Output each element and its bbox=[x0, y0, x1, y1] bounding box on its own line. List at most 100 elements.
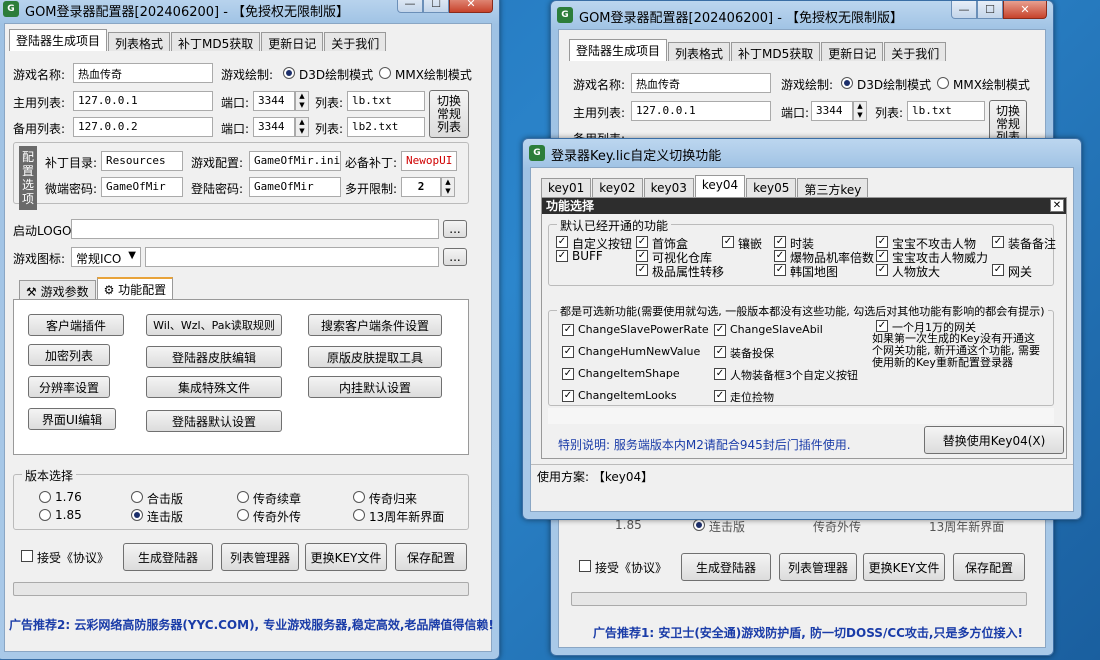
client-search-button[interactable]: 搜索客户端条件设置 bbox=[308, 314, 442, 336]
version-13th-radio[interactable] bbox=[353, 509, 365, 521]
default-jewel-box-checkbox[interactable]: ✓ bbox=[636, 236, 648, 248]
tab-changelog[interactable]: 更新日记 bbox=[261, 32, 324, 51]
switch-list-button[interactable]: 切换常规列表 bbox=[429, 90, 469, 138]
plugin-default-button[interactable]: 内挂默认设置 bbox=[308, 376, 442, 398]
micro-pwd-input[interactable]: GameOfMir bbox=[101, 177, 183, 197]
game-name-input[interactable]: 热血传奇 bbox=[73, 63, 213, 83]
opt-slave-power-checkbox[interactable]: ✓ bbox=[562, 324, 574, 336]
game-name-input-2[interactable]: 热血传奇 bbox=[631, 73, 771, 93]
version-chain-radio-2[interactable] bbox=[693, 519, 705, 531]
maximize-button-2[interactable]: ☐ bbox=[977, 1, 1003, 19]
accept-checkbox[interactable] bbox=[21, 550, 33, 562]
read-rule-button[interactable]: Wil、Wzl、Pak读取规则 bbox=[146, 314, 282, 336]
icon-path-input[interactable] bbox=[145, 247, 439, 267]
opt-slave-abil-checkbox[interactable]: ✓ bbox=[714, 324, 726, 336]
change-key-button[interactable]: 更换KEY文件 bbox=[305, 543, 387, 571]
must-patch-input[interactable]: NewopUI bbox=[401, 151, 457, 171]
opt-item-shape-checkbox[interactable]: ✓ bbox=[562, 368, 574, 380]
default-char-zoom-checkbox[interactable]: ✓ bbox=[876, 264, 888, 276]
default-buff-checkbox[interactable]: ✓ bbox=[556, 250, 568, 262]
opt-auto-pickup-checkbox[interactable]: ✓ bbox=[714, 390, 726, 402]
list-manager-button-2[interactable]: 列表管理器 bbox=[779, 553, 857, 581]
dialog-title-bar[interactable]: G 登录器Key.lic自定义切换功能 bbox=[523, 139, 1081, 167]
multi-limit-spinner[interactable]: ▲ ▼ bbox=[441, 177, 455, 197]
title-bar-2[interactable]: G GOM登录器配置器[202406200] - 【免授权无限制版】 — ☐ ✕ bbox=[551, 1, 1053, 29]
main-port-spinner-2[interactable]: ▲ ▼ bbox=[853, 101, 867, 121]
game-config-input[interactable]: GameOfMir.ini bbox=[249, 151, 341, 171]
subtab-function-config[interactable]: ⚙ 功能配置 bbox=[96, 277, 174, 299]
backup-list-file-input[interactable]: lb2.txt bbox=[347, 117, 425, 137]
ad-banner[interactable]: 广告推荐2: 云彩网络高防服务器(YYC.COM), 专业游戏服务器,稳定高效,… bbox=[9, 616, 494, 633]
backup-port-spinner[interactable]: ▲ ▼ bbox=[295, 117, 309, 137]
change-key-button-2[interactable]: 更换KEY文件 bbox=[863, 553, 945, 581]
opt-item-looks-checkbox[interactable]: ✓ bbox=[562, 390, 574, 402]
ad-banner-2[interactable]: 广告推荐1: 安卫士(安全通)游戏防护盾, 防一切DOSS/CC攻击,只是多方位… bbox=[593, 624, 1023, 641]
replace-key-button[interactable]: 替换使用Key04(X) bbox=[924, 426, 1064, 454]
version-side-radio[interactable] bbox=[237, 509, 249, 521]
main-list-file-input-2[interactable]: lb.txt bbox=[907, 101, 985, 121]
tab-list-format[interactable]: 列表格式 bbox=[108, 32, 171, 51]
default-equip-note-checkbox[interactable]: ✓ bbox=[992, 236, 1004, 248]
backup-ip-input[interactable]: 127.0.0.2 bbox=[73, 117, 213, 137]
resolution-button[interactable]: 分辨率设置 bbox=[28, 376, 110, 398]
skin-edit-button[interactable]: 登陆器皮肤编辑 bbox=[146, 346, 282, 368]
generate-button-2[interactable]: 生成登陆器 bbox=[681, 553, 771, 581]
default-inlay-checkbox[interactable]: ✓ bbox=[722, 236, 734, 248]
opt-hum-value-checkbox[interactable]: ✓ bbox=[562, 346, 574, 358]
encrypt-list-button[interactable]: 加密列表 bbox=[28, 344, 110, 366]
logo-path-input[interactable] bbox=[71, 219, 439, 239]
patch-dir-input[interactable]: Resources bbox=[101, 151, 183, 171]
backup-port-input[interactable]: 3344 bbox=[253, 117, 295, 137]
tab-key01[interactable]: key01 bbox=[541, 178, 592, 197]
login-pwd-input[interactable]: GameOfMir bbox=[249, 177, 341, 197]
main-port-input[interactable]: 3344 bbox=[253, 91, 295, 111]
skin-extract-button[interactable]: 原版皮肤提取工具 bbox=[308, 346, 442, 368]
tab-patch-md5-2[interactable]: 补丁MD5获取 bbox=[731, 42, 821, 61]
default-fashion-checkbox[interactable]: ✓ bbox=[774, 236, 786, 248]
tab-third-party-key[interactable]: 第三方key bbox=[797, 178, 869, 197]
default-custom-button-checkbox[interactable]: ✓ bbox=[556, 236, 568, 248]
version-chain-radio[interactable] bbox=[131, 509, 143, 521]
tab-generator[interactable]: 登陆器生成项目 bbox=[9, 29, 108, 51]
tab-key04[interactable]: key04 bbox=[694, 175, 746, 197]
default-attr-transfer-checkbox[interactable]: ✓ bbox=[636, 264, 648, 276]
tab-generator-2[interactable]: 登陆器生成项目 bbox=[569, 39, 668, 61]
close-button-2[interactable]: ✕ bbox=[1003, 1, 1047, 19]
tab-patch-md5[interactable]: 补丁MD5获取 bbox=[171, 32, 261, 51]
render-mmx-radio-2[interactable] bbox=[937, 77, 949, 89]
icon-browse-button[interactable]: ... bbox=[443, 248, 467, 266]
tab-changelog-2[interactable]: 更新日记 bbox=[821, 42, 884, 61]
default-gateway-checkbox[interactable]: ✓ bbox=[992, 264, 1004, 276]
save-config-button[interactable]: 保存配置 bbox=[395, 543, 467, 571]
close-icon[interactable]: ✕ bbox=[1050, 199, 1064, 212]
logo-browse-button[interactable]: ... bbox=[443, 220, 467, 238]
subtab-game-params[interactable]: ⚒ 游戏参数 bbox=[19, 280, 96, 299]
default-korea-map-checkbox[interactable]: ✓ bbox=[774, 264, 786, 276]
icon-select[interactable]: 常规ICO ▼ bbox=[71, 247, 141, 267]
ui-edit-button[interactable]: 界面UI编辑 bbox=[28, 408, 116, 430]
accept-checkbox-2[interactable] bbox=[579, 560, 591, 572]
main-list-file-input[interactable]: lb.txt bbox=[347, 91, 425, 111]
special-files-button[interactable]: 集成特殊文件 bbox=[146, 376, 282, 398]
list-manager-button[interactable]: 列表管理器 bbox=[221, 543, 299, 571]
render-mmx-radio[interactable] bbox=[379, 67, 391, 79]
minimize-button-2[interactable]: — bbox=[951, 1, 977, 19]
render-d3d-radio[interactable] bbox=[283, 67, 295, 79]
save-config-button-2[interactable]: 保存配置 bbox=[953, 553, 1025, 581]
tab-key03[interactable]: key03 bbox=[643, 178, 694, 197]
tab-list-format-2[interactable]: 列表格式 bbox=[668, 42, 731, 61]
client-plugin-button[interactable]: 客户端插件 bbox=[28, 314, 124, 336]
main-ip-input-2[interactable]: 127.0.0.1 bbox=[631, 101, 771, 121]
tab-about-2[interactable]: 关于我们 bbox=[884, 42, 947, 61]
close-button[interactable]: ✕ bbox=[449, 0, 493, 13]
multi-limit-input[interactable]: 2 bbox=[401, 177, 441, 197]
default-drop-rate-checkbox[interactable]: ✓ bbox=[774, 250, 786, 262]
opt-equip-insure-checkbox[interactable]: ✓ bbox=[714, 346, 726, 358]
version-combo-radio[interactable] bbox=[131, 491, 143, 503]
version-185-radio[interactable] bbox=[39, 509, 51, 521]
opt-equip-buttons-checkbox[interactable]: ✓ bbox=[714, 368, 726, 380]
tab-key05[interactable]: key05 bbox=[746, 178, 797, 197]
default-pet-no-attack-checkbox[interactable]: ✓ bbox=[876, 236, 888, 248]
default-visual-warehouse-checkbox[interactable]: ✓ bbox=[636, 250, 648, 262]
version-sequel-radio[interactable] bbox=[237, 491, 249, 503]
